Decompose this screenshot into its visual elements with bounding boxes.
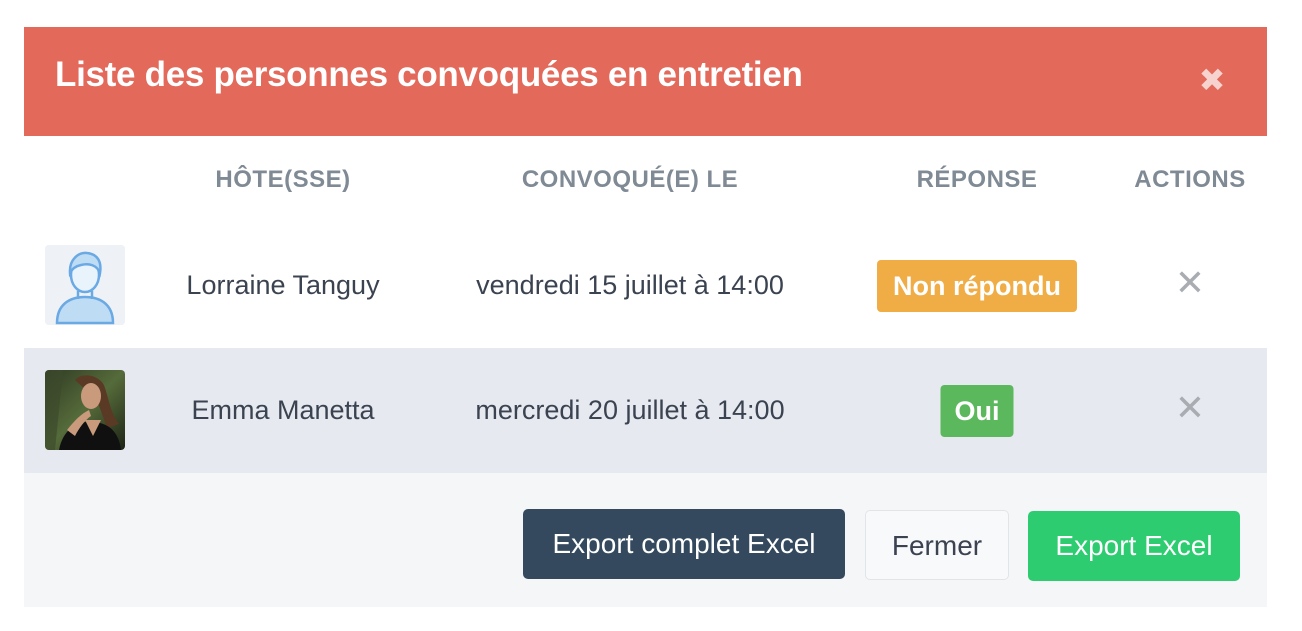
modal-footer: Export complet Excel Fermer Export Excel bbox=[24, 473, 1267, 607]
remove-icon[interactable]: ✕ bbox=[1174, 263, 1206, 303]
convocation-date: vendredi 15 juillet à 14:00 bbox=[476, 270, 784, 300]
column-header-host: HÔTE(SSE) bbox=[215, 166, 351, 193]
table-row: Emma Manetta mercredi 20 juillet à 14:00… bbox=[24, 348, 1267, 473]
table-row: Lorraine Tanguy vendredi 15 juillet à 14… bbox=[24, 223, 1267, 348]
column-header-response: RÉPONSE bbox=[916, 166, 1038, 193]
response-badge: Non répondu bbox=[877, 260, 1077, 312]
convocation-date: mercredi 20 juillet à 14:00 bbox=[475, 395, 785, 425]
avatar bbox=[45, 370, 125, 450]
column-header-actions: ACTIONS bbox=[1134, 166, 1246, 193]
response-badge: Oui bbox=[940, 385, 1014, 437]
export-complete-excel-button[interactable]: Export complet Excel bbox=[523, 509, 845, 579]
host-name: Emma Manetta bbox=[191, 395, 375, 425]
table-header: HÔTE(SSE) CONVOQUÉ(E) LE RÉPONSE ACTIONS bbox=[24, 136, 1267, 223]
close-button[interactable]: Fermer bbox=[865, 510, 1009, 580]
photo-avatar-icon bbox=[45, 370, 125, 450]
remove-icon[interactable]: ✕ bbox=[1174, 388, 1206, 428]
close-icon[interactable]: ✖ bbox=[1197, 63, 1227, 97]
avatar bbox=[45, 245, 125, 325]
modal-header: Liste des personnes convoquées en entret… bbox=[24, 27, 1267, 136]
host-name: Lorraine Tanguy bbox=[186, 270, 380, 300]
default-user-avatar-icon bbox=[45, 245, 125, 325]
column-header-date: CONVOQUÉ(E) LE bbox=[521, 166, 739, 193]
modal-title: Liste des personnes convoquées en entret… bbox=[55, 55, 803, 94]
export-excel-button[interactable]: Export Excel bbox=[1028, 511, 1240, 581]
interview-list-modal: Liste des personnes convoquées en entret… bbox=[24, 27, 1267, 607]
